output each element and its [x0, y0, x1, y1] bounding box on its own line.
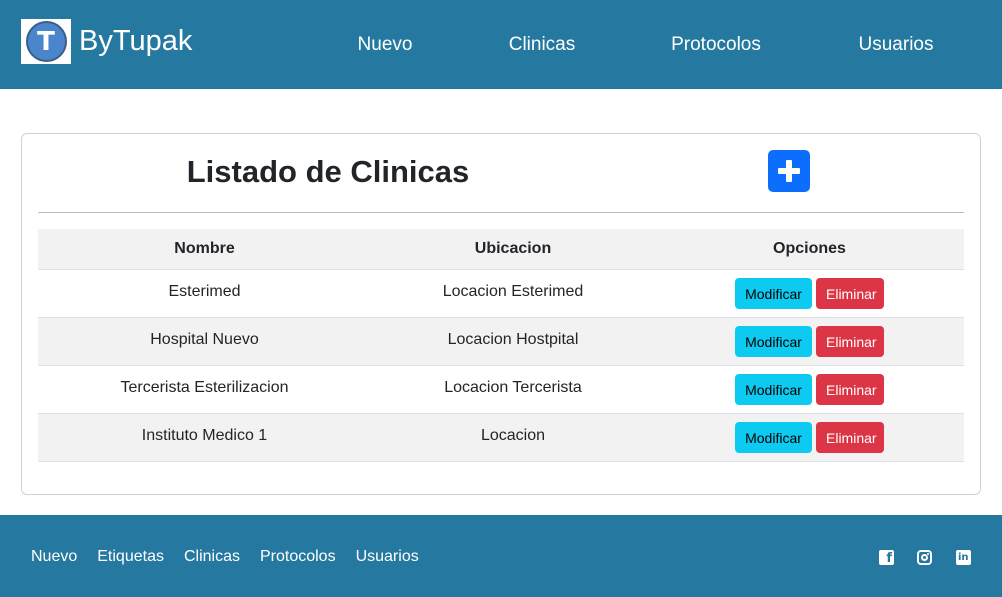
nav-clinicas[interactable]: Clinicas: [509, 34, 576, 56]
facebook-icon[interactable]: f: [879, 550, 894, 565]
delete-button[interactable]: Eliminar: [816, 326, 884, 357]
column-header-opciones: Opciones: [773, 240, 846, 257]
row-actions: Modificar Eliminar: [655, 278, 964, 309]
clinic-name: Esterimed: [168, 282, 241, 300]
modify-button[interactable]: Modificar: [735, 326, 812, 357]
add-clinic-button[interactable]: [768, 150, 810, 192]
row-actions: Modificar Eliminar: [655, 326, 964, 357]
row-actions: Modificar Eliminar: [655, 374, 964, 405]
clinic-name: Tercerista Esterilizacion: [120, 378, 289, 396]
table-header-row: Nombre Ubicacion Opciones: [38, 229, 964, 270]
top-navbar: T ByTupak Nuevo Clinicas Protocolos Usua…: [0, 0, 1002, 89]
delete-button[interactable]: Eliminar: [816, 422, 884, 453]
row-actions: Modificar Eliminar: [655, 422, 964, 453]
plus-icon: [778, 160, 800, 182]
clinics-card: Listado de Clinicas Nombre Ubicacion Opc…: [21, 133, 981, 495]
clinics-table: Nombre Ubicacion Opciones Esterimed Loca…: [38, 229, 964, 462]
page-title: Listado de Clinicas: [186, 154, 470, 189]
footer-link-nuevo[interactable]: Nuevo: [31, 548, 77, 566]
footer-link-clinicas[interactable]: Clinicas: [184, 548, 240, 566]
clinic-location: Locacion: [480, 426, 546, 444]
footer-nav: Nuevo Etiquetas Clinicas Protocolos Usua…: [31, 548, 419, 566]
brand-logo-letter: T: [25, 21, 67, 62]
footer-link-protocolos[interactable]: Protocolos: [260, 548, 336, 566]
nav-usuarios[interactable]: Usuarios: [859, 34, 934, 56]
table-row: Esterimed Locacion Esterimed Modificar E…: [38, 270, 964, 318]
nav-nuevo[interactable]: Nuevo: [358, 34, 413, 56]
brand-logo: T: [21, 19, 71, 64]
table-row: Tercerista Esterilizacion Locacion Terce…: [38, 366, 964, 414]
brand-name: ByTupak: [79, 25, 193, 57]
table-row: Hospital Nuevo Locacion Hostpital Modifi…: [38, 318, 964, 366]
column-header-ubicacion: Ubicacion: [474, 240, 552, 257]
clinic-location: Locacion Tercerista: [444, 378, 582, 396]
modify-button[interactable]: Modificar: [735, 422, 812, 453]
linkedin-icon[interactable]: in: [956, 550, 971, 565]
clinic-name: Hospital Nuevo: [150, 330, 259, 348]
clinic-location: Locacion Hostpital: [447, 330, 579, 348]
column-header-nombre: Nombre: [174, 240, 235, 257]
footer-link-usuarios[interactable]: Usuarios: [356, 548, 419, 566]
instagram-icon[interactable]: [917, 550, 932, 565]
clinic-name: Instituto Medico 1: [141, 426, 268, 444]
delete-button[interactable]: Eliminar: [816, 374, 884, 405]
footer: Nuevo Etiquetas Clinicas Protocolos Usua…: [0, 515, 1002, 597]
brand[interactable]: T ByTupak: [21, 19, 192, 64]
modify-button[interactable]: Modificar: [735, 374, 812, 405]
delete-button[interactable]: Eliminar: [816, 278, 884, 309]
modify-button[interactable]: Modificar: [735, 278, 812, 309]
footer-link-etiquetas[interactable]: Etiquetas: [97, 548, 164, 566]
title-divider: [38, 212, 964, 213]
nav-protocolos[interactable]: Protocolos: [671, 34, 761, 56]
clinic-location: Locacion Esterimed: [442, 282, 584, 300]
table-row: Instituto Medico 1 Locacion Modificar El…: [38, 414, 964, 462]
